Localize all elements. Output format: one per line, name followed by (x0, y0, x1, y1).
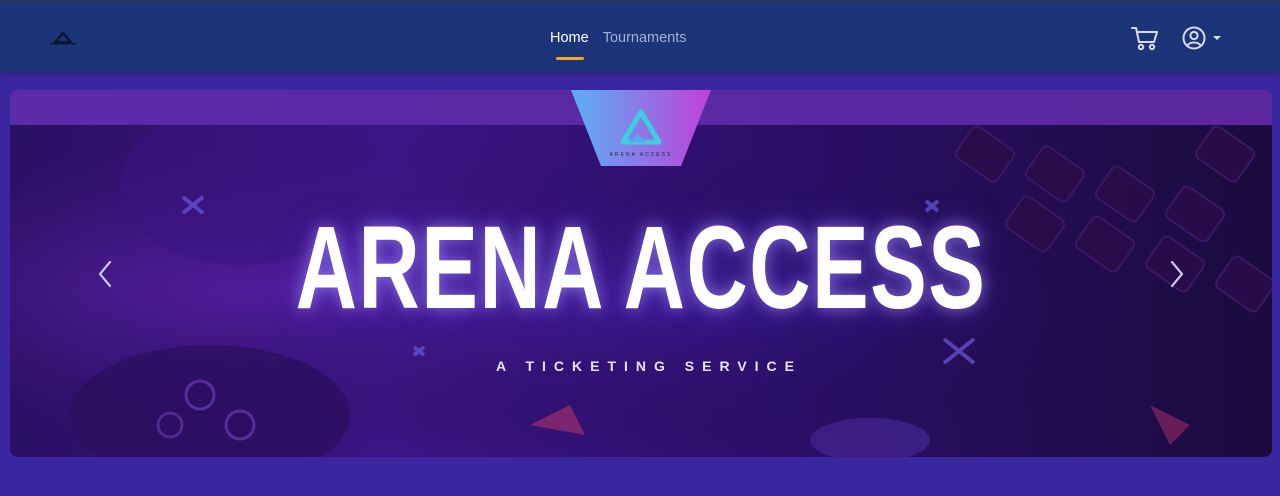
nav-link-home[interactable]: Home (550, 29, 589, 47)
main-nav: Home Tournaments (550, 29, 687, 47)
active-nav-indicator (556, 57, 584, 60)
hero-subtitle: A TICKETING SERVICE (495, 358, 803, 374)
chevron-right-icon[interactable] (1164, 258, 1188, 290)
caret-down-icon (1213, 36, 1221, 40)
chevron-left-icon[interactable] (94, 258, 118, 290)
badge-text: ARENA ACCESS (610, 152, 673, 158)
arena-logo-icon[interactable] (48, 28, 78, 46)
navbar: Home Tournaments (0, 2, 1280, 72)
user-menu-button[interactable] (1182, 24, 1226, 52)
hero-title: ARENA ACCESS (295, 202, 987, 334)
arena-access-badge-icon: ARENA ACCESS (571, 90, 711, 166)
hero-carousel: ARENA ACCESS A TICKETING SERVICE ARENA A… (10, 90, 1272, 457)
nav-link-tournaments[interactable]: Tournaments (603, 29, 687, 47)
cart-icon[interactable] (1130, 24, 1160, 52)
user-circle-icon (1182, 26, 1221, 50)
